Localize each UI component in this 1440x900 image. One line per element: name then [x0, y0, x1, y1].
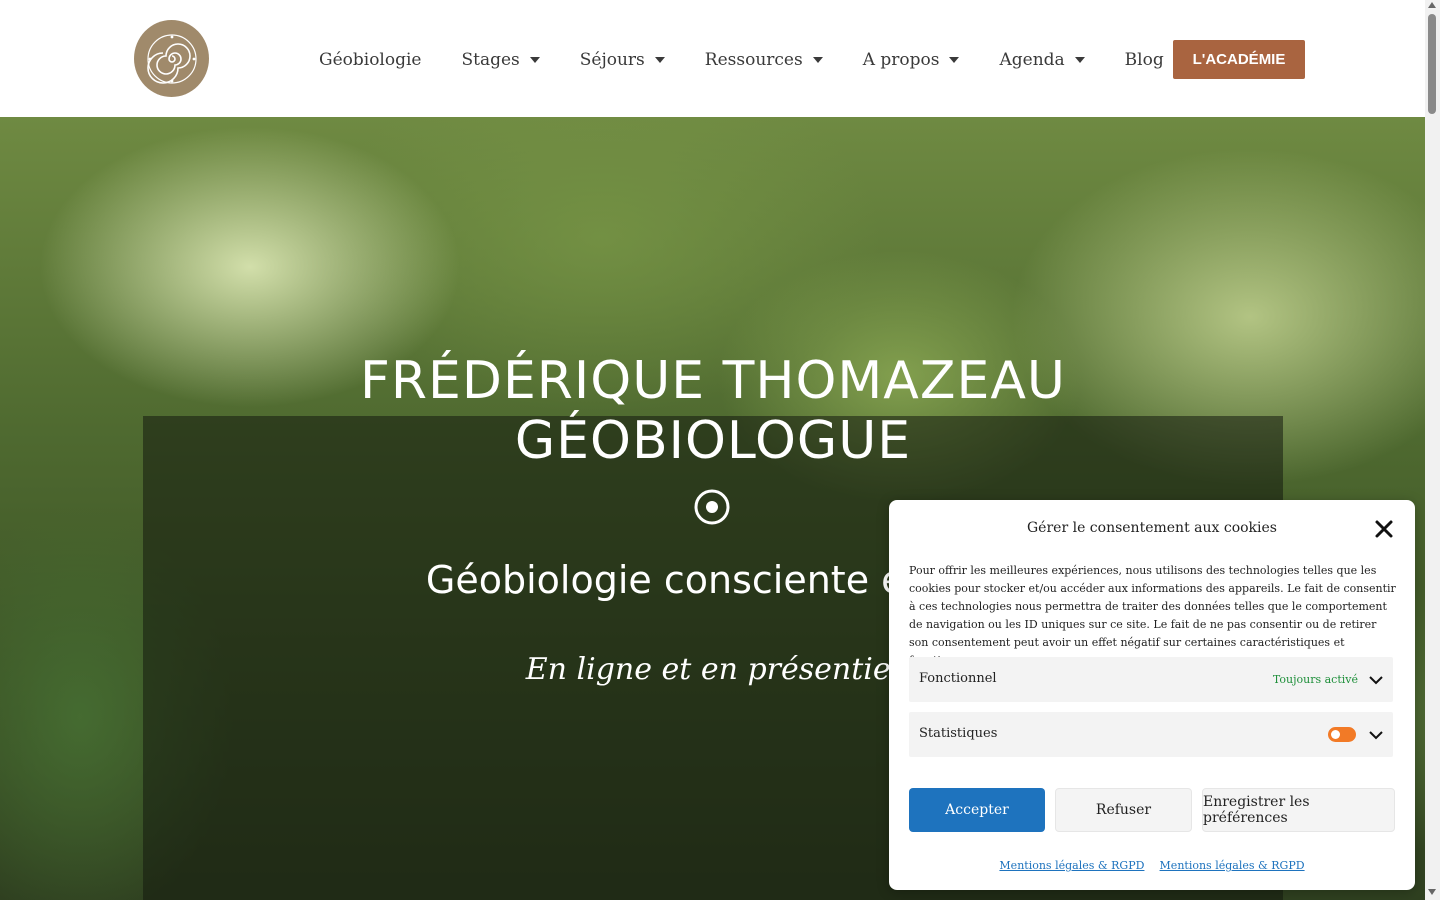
nav-label: Agenda: [999, 50, 1065, 70]
nav-label: Ressources: [704, 50, 803, 70]
nav-item-a-propos[interactable]: A propos: [863, 50, 960, 70]
hero-title: FRÉDÉRIQUE THOMAZEAU: [360, 351, 1066, 411]
scrollbar[interactable]: [1425, 0, 1440, 900]
nav-label: Stages: [461, 50, 520, 70]
chevron-down-icon[interactable]: [1369, 673, 1383, 687]
category-label: Statistiques: [919, 726, 998, 741]
chevron-down-icon[interactable]: [1369, 728, 1383, 742]
always-active-status: Toujours activé: [1272, 673, 1358, 686]
nav-label: Séjours: [579, 50, 645, 70]
cookie-links: Mentions légales & RGPD Mentions légales…: [889, 854, 1415, 873]
nav-label: Géobiologie: [319, 50, 422, 70]
category-label: Fonctionnel: [919, 671, 997, 686]
nav-label: Blog: [1124, 50, 1164, 70]
spiral-logo-icon[interactable]: [134, 20, 209, 97]
cookie-category-statistics[interactable]: Statistiques: [909, 712, 1393, 757]
accept-button[interactable]: Accepter: [909, 788, 1045, 832]
target-circle-icon: [694, 489, 730, 525]
cookie-category-functional[interactable]: Fonctionnel Toujours activé: [909, 657, 1393, 702]
nav-item-blog[interactable]: Blog: [1125, 50, 1164, 70]
hero-title-2: GÉOBIOLOGUE: [514, 411, 912, 471]
nav-item-sejours[interactable]: Séjours: [580, 50, 665, 70]
legal-link[interactable]: Mentions légales & RGPD: [999, 859, 1144, 872]
cookie-title: Gérer le consentement aux cookies: [1027, 520, 1277, 536]
nav-item-stages[interactable]: Stages: [461, 50, 540, 70]
scroll-thumb[interactable]: [1428, 14, 1436, 114]
scroll-down-arrow-icon[interactable]: [1428, 889, 1436, 895]
cookie-consent-dialog: Gérer le consentement aux cookies Pour o…: [889, 500, 1415, 890]
nav-item-geobiologie[interactable]: Géobiologie: [319, 50, 421, 70]
refuse-button[interactable]: Refuser: [1055, 788, 1192, 832]
statistics-toggle[interactable]: [1328, 727, 1356, 742]
close-icon[interactable]: [1374, 519, 1394, 539]
cookie-description: Pour offrir les meilleures expériences, …: [909, 564, 1396, 667]
spiral-icon: [146, 33, 197, 84]
caret-down-icon: [949, 57, 960, 63]
legal-link-2[interactable]: Mentions légales & RGPD: [1160, 859, 1305, 872]
nav-item-ressources[interactable]: Ressources: [705, 50, 823, 70]
caret-down-icon: [654, 57, 665, 63]
nav-label: A propos: [862, 50, 940, 70]
academy-button[interactable]: L'ACADÉMIE: [1173, 40, 1305, 79]
caret-down-icon: [812, 57, 823, 63]
site-header: Géobiologie Stages Séjours Ressources A …: [0, 0, 1425, 117]
scroll-up-arrow-icon[interactable]: [1428, 2, 1436, 8]
save-preferences-button[interactable]: Enregistrer les préférences: [1202, 788, 1395, 832]
caret-down-icon: [1074, 57, 1085, 63]
caret-down-icon: [529, 57, 540, 63]
nav-item-agenda[interactable]: Agenda: [999, 50, 1085, 70]
main-nav: Géobiologie Stages Séjours Ressources A …: [319, 50, 1204, 70]
